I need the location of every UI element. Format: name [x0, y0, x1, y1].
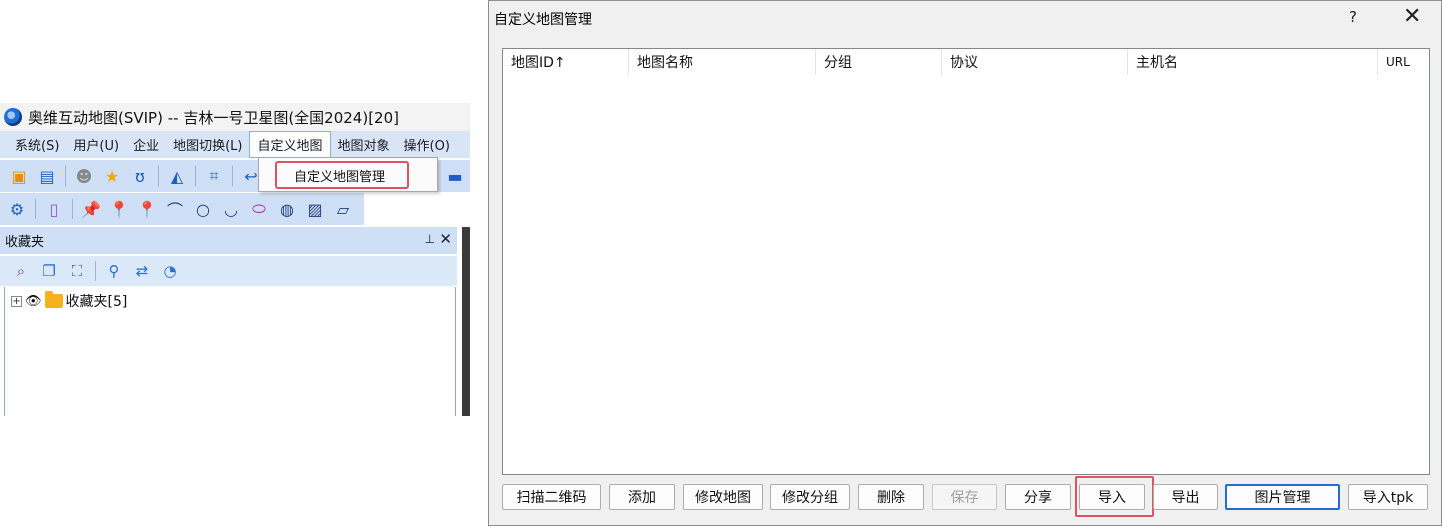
polygon-icon[interactable]: ▱ — [332, 198, 354, 220]
toolbar-separator — [65, 166, 66, 186]
custom-map-manager-dialog: 自定义地图管理 ? ✕ 地图ID↑ 地图名称 分组 协议 主机名 URL — [488, 0, 1442, 526]
export-button[interactable]: 导出 — [1153, 484, 1218, 510]
3d-view-icon[interactable]: ◭ — [166, 165, 188, 187]
image-manage-button[interactable]: 图片管理 — [1225, 484, 1340, 510]
favorites-panel-header: 收藏夹 ⊥ ✕ — [0, 227, 457, 254]
share-button[interactable]: 分享 — [1005, 484, 1071, 510]
toolbar-separator — [35, 199, 36, 219]
shape-search-icon[interactable]: ◔ — [159, 260, 181, 282]
dialog-title: 自定义地图管理 — [494, 12, 592, 28]
route-icon[interactable]: ʊ — [129, 165, 151, 187]
column-map-name[interactable]: 地图名称 — [629, 49, 816, 75]
menu-operation[interactable]: 操作(O) — [397, 132, 457, 157]
menu-user[interactable]: 用户(U) — [66, 132, 126, 157]
menu-system[interactable]: 系统(S) — [8, 132, 66, 157]
help-button[interactable]: ? — [1349, 8, 1357, 26]
main-app-window: 奥维互动地图(SVIP) -- 吉林一号卫星图(全国2024)[20] 系统(S… — [0, 103, 470, 416]
edit-group-button[interactable]: 修改分组 — [770, 484, 850, 510]
app-titlebar: 奥维互动地图(SVIP) -- 吉林一号卫星图(全国2024)[20] — [0, 103, 470, 131]
close-icon[interactable]: ✕ — [1403, 4, 1421, 29]
layers-icon[interactable]: ❐ — [38, 260, 60, 282]
app-title: 奥维互动地图(SVIP) -- 吉林一号卫星图(全国2024)[20] — [28, 108, 399, 127]
eye-icon[interactable]: 👁 — [25, 294, 42, 309]
toolbar-separator — [195, 166, 196, 186]
map-list-table[interactable]: 地图ID↑ 地图名称 分组 协议 主机名 URL — [502, 48, 1430, 475]
circle-icon[interactable]: ○ — [192, 198, 214, 220]
save-button[interactable]: 保存 — [932, 484, 997, 510]
menu-map-object[interactable]: 地图对象 — [331, 132, 397, 157]
open-folder-icon[interactable]: ▣ — [8, 165, 30, 187]
tree-item-favorites[interactable]: + 👁 收藏夹[5] — [11, 291, 127, 311]
drawing-toolbar: ⚙ ▯ 📌 📍 📍 ⌒ ○ ◡ ⬭ ◍ ▨ ▱ — [0, 193, 364, 225]
column-url[interactable]: URL — [1378, 49, 1429, 75]
custom-map-dropdown: 自定义地图管理 — [258, 157, 438, 192]
delete-button[interactable]: 删除 — [858, 484, 924, 510]
location-pin-icon[interactable]: ⚲ — [103, 260, 125, 282]
import-button[interactable]: 导入 — [1079, 484, 1145, 510]
menu-bar: 系统(S) 用户(U) 企业 地图切换(L) 自定义地图 地图对象 操作(O) — [0, 131, 470, 158]
star-icon[interactable]: ★ — [101, 165, 123, 187]
add-button[interactable]: 添加 — [609, 484, 675, 510]
filled-circle-icon[interactable]: ◍ — [276, 198, 298, 220]
column-protocol[interactable]: 协议 — [942, 49, 1128, 75]
green-pin-icon[interactable]: 📍 — [136, 198, 158, 220]
yellow-pin-icon[interactable]: 📌 — [80, 198, 102, 220]
app-logo-icon — [4, 108, 22, 126]
custom-map-manage-menu-item[interactable]: 自定义地图管理 — [275, 161, 409, 189]
toolbar-separator — [95, 261, 96, 281]
column-map-id[interactable]: 地图ID↑ — [503, 49, 629, 75]
crop-icon[interactable]: ⌗ — [203, 165, 225, 187]
menu-enterprise[interactable]: 企业 — [126, 132, 166, 157]
favorites-tree: + 👁 收藏夹[5] — [4, 287, 456, 416]
users-icon[interactable]: ☻ — [73, 165, 95, 187]
favorites-panel-title: 收藏夹 — [5, 235, 45, 250]
toolbar-separator — [158, 166, 159, 186]
table-header: 地图ID↑ 地图名称 分组 协议 主机名 URL — [503, 49, 1429, 75]
menu-map-switch[interactable]: 地图切换(L) — [166, 132, 249, 157]
pin-icon[interactable]: ⊥ — [425, 232, 435, 246]
search-icon[interactable]: ⌕ — [10, 260, 32, 282]
scan-qr-button[interactable]: 扫描二维码 — [502, 484, 601, 510]
ruler-icon[interactable]: ▬ — [444, 165, 466, 187]
column-group[interactable]: 分组 — [816, 49, 942, 75]
folder-icon — [44, 291, 63, 308]
ellipse-icon[interactable]: ⬭ — [248, 198, 270, 220]
menu-custom-map[interactable]: 自定义地图 — [249, 131, 331, 158]
tree-item-label: 收藏夹[5] — [65, 294, 128, 310]
blue-pin-icon[interactable]: 📍 — [108, 198, 130, 220]
expand-icon[interactable]: + — [11, 295, 22, 307]
settings-gear-icon[interactable]: ⚙ — [6, 198, 28, 220]
edit-map-button[interactable]: 修改地图 — [683, 484, 763, 510]
import-tpk-button[interactable]: 导入tpk — [1348, 484, 1428, 510]
column-hostname[interactable]: 主机名 — [1128, 49, 1378, 75]
toolbar-separator — [72, 199, 73, 219]
rectangle-icon[interactable]: ▨ — [304, 198, 326, 220]
polyline-icon[interactable]: ⌒ — [164, 198, 186, 220]
page-icon[interactable]: ▯ — [43, 198, 65, 220]
sync-icon[interactable]: ⇄ — [131, 260, 153, 282]
favorites-toolbar: ⌕ ❐ ⛶ ⚲ ⇄ ◔ — [0, 256, 457, 286]
fit-view-icon[interactable]: ⛶ — [66, 260, 88, 282]
toolbar-separator — [232, 166, 233, 186]
save-icon[interactable]: ▤ — [36, 165, 58, 187]
arc-icon[interactable]: ◡ — [220, 198, 242, 220]
panel-close-icon[interactable]: ✕ — [439, 230, 452, 248]
map-view-edge — [462, 227, 470, 416]
